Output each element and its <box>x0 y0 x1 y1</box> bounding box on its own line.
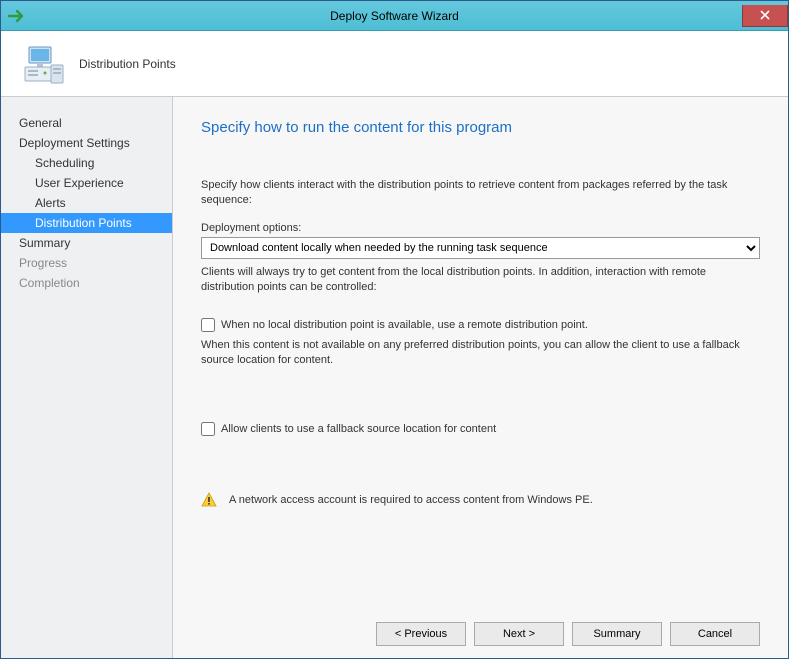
warning-row: A network access account is required to … <box>201 492 760 508</box>
computer-icon <box>23 43 65 85</box>
header-label: Distribution Points <box>79 57 176 71</box>
content-panel: Specify how to run the content for this … <box>173 97 788 658</box>
titlebar: Deploy Software Wizard <box>1 1 788 31</box>
hint-local-dp: Clients will always try to get content f… <box>201 265 760 295</box>
fallback-checkbox[interactable] <box>201 422 215 436</box>
sidebar-item-scheduling[interactable]: Scheduling <box>1 153 172 173</box>
sidebar: General Deployment Settings Scheduling U… <box>1 97 173 658</box>
summary-button[interactable]: Summary <box>572 622 662 646</box>
button-bar: < Previous Next > Summary Cancel <box>201 610 760 646</box>
page-title: Specify how to run the content for this … <box>201 119 760 136</box>
next-button[interactable]: Next > <box>474 622 564 646</box>
sidebar-item-distribution-points[interactable]: Distribution Points <box>1 213 172 233</box>
previous-button[interactable]: < Previous <box>376 622 466 646</box>
sidebar-item-user-experience[interactable]: User Experience <box>1 173 172 193</box>
cancel-button[interactable]: Cancel <box>670 622 760 646</box>
sidebar-item-summary[interactable]: Summary <box>1 233 172 253</box>
deployment-options-select[interactable]: Download content locally when needed by … <box>201 237 760 259</box>
deployment-options-label: Deployment options: <box>201 222 760 234</box>
forward-arrow-icon <box>7 8 27 24</box>
sidebar-item-progress: Progress <box>1 253 172 273</box>
remote-dp-label: When no local distribution point is avai… <box>221 319 588 331</box>
sidebar-item-completion: Completion <box>1 273 172 293</box>
hint-fallback: When this content is not available on an… <box>201 338 760 368</box>
sidebar-item-alerts[interactable]: Alerts <box>1 193 172 213</box>
window-title: Deploy Software Wizard <box>330 9 459 23</box>
sidebar-item-general[interactable]: General <box>1 113 172 133</box>
warning-text: A network access account is required to … <box>229 494 593 506</box>
remote-dp-checkbox[interactable] <box>201 318 215 332</box>
warning-icon <box>201 492 217 508</box>
sidebar-item-deployment-settings[interactable]: Deployment Settings <box>1 133 172 153</box>
fallback-label: Allow clients to use a fallback source l… <box>221 423 496 435</box>
header-strip: Distribution Points <box>1 31 788 97</box>
intro-text: Specify how clients interact with the di… <box>201 178 760 208</box>
close-button[interactable] <box>742 5 788 27</box>
